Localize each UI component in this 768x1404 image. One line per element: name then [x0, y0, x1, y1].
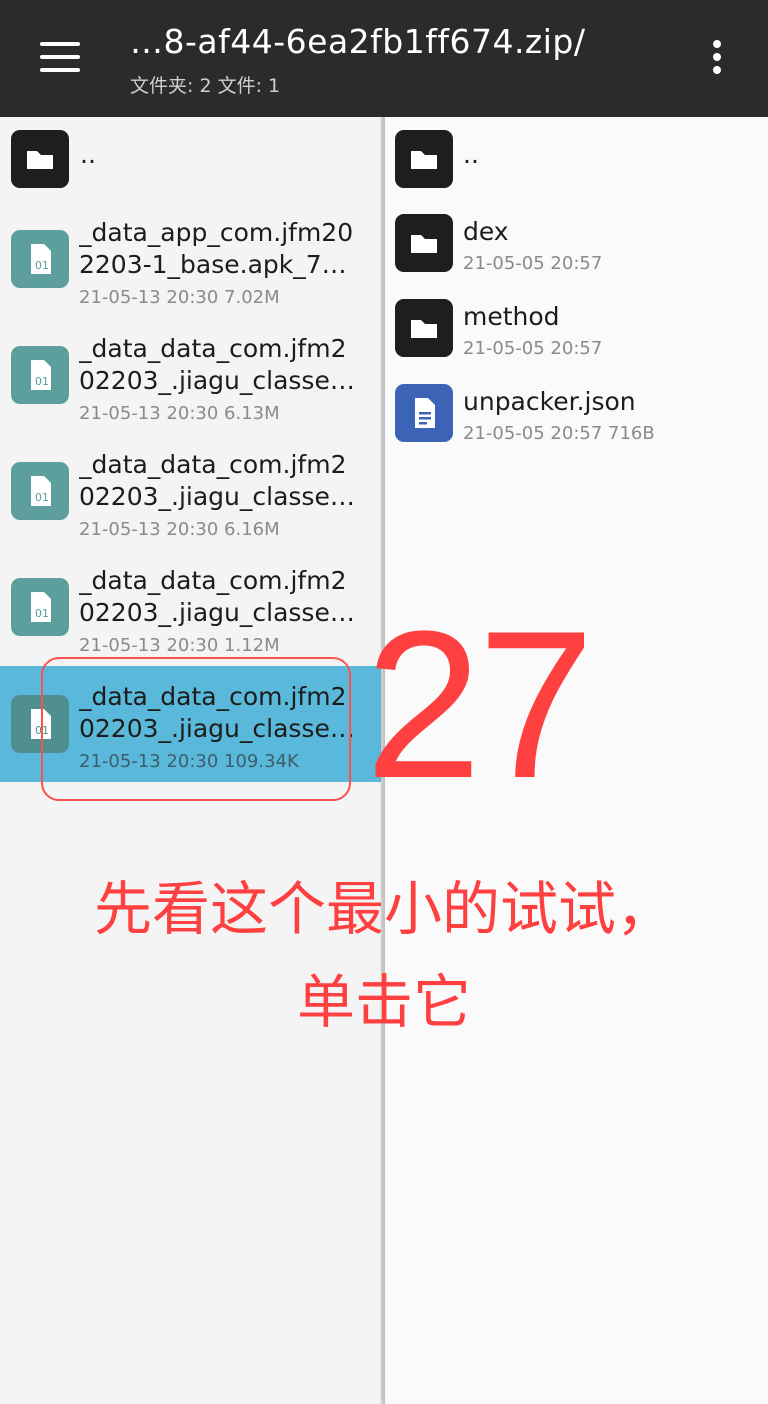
item-name: dex	[463, 217, 509, 246]
folder-icon	[395, 130, 453, 188]
list-item-file[interactable]: unpacker.json 21-05-05 20:57 716B	[385, 384, 768, 454]
annotation-text-line1: 先看这个最小的试试，	[93, 875, 674, 943]
list-item-folder[interactable]: dex 21-05-05 20:57	[385, 214, 768, 284]
svg-text:01: 01	[35, 375, 49, 388]
item-name-line2: 02203_.jiagu_classe…	[79, 598, 355, 627]
item-name: ..	[80, 140, 96, 169]
top-app-bar: …8-af44-6ea2fb1ff674.zip/ 文件夹: 2 文件: 1	[0, 0, 768, 117]
list-item[interactable]: 01 _data_data_com.jfm2 02203_.jiagu_clas…	[0, 565, 383, 665]
item-meta: 21-05-13 20:30 7.02M	[79, 287, 280, 308]
list-item[interactable]: 01 _data_data_com.jfm2 02203_.jiagu_clas…	[0, 449, 383, 549]
item-meta: 21-05-13 20:30 6.16M	[79, 519, 280, 540]
list-item-folder[interactable]: method 21-05-05 20:57	[385, 299, 768, 369]
binary-file-icon: 01	[11, 346, 69, 404]
item-name-line2: 2203-1_base.apk_7…	[79, 250, 347, 279]
svg-text:01: 01	[35, 607, 49, 620]
item-meta: 21-05-05 20:57	[463, 253, 603, 274]
item-name-line1: _data_data_com.jfm2	[79, 566, 347, 595]
folder-icon	[395, 299, 453, 357]
list-item-parent-folder[interactable]: ..	[385, 117, 768, 202]
item-name-line2: 02203_.jiagu_classe…	[79, 366, 355, 395]
menu-icon[interactable]	[40, 42, 80, 72]
svg-text:01: 01	[35, 491, 49, 504]
item-meta: 21-05-05 20:57 716B	[463, 423, 655, 444]
folder-icon	[11, 130, 69, 188]
item-name-line1: _data_data_com.jfm2	[79, 334, 347, 363]
list-item-parent-folder[interactable]: ..	[0, 117, 383, 202]
path-title: …8-af44-6ea2fb1ff674.zip/	[130, 22, 586, 61]
svg-text:01: 01	[35, 259, 49, 272]
annotation-text-line2: 单击它	[296, 968, 471, 1036]
item-meta: 21-05-13 20:30 6.13M	[79, 403, 280, 424]
folder-file-count: 文件夹: 2 文件: 1	[130, 75, 281, 97]
step-number: 27	[365, 587, 595, 822]
item-name-line1: _data_data_com.jfm2	[79, 450, 347, 479]
item-name-line2: 02203_.jiagu_classe…	[79, 482, 355, 511]
more-options-icon[interactable]	[710, 40, 724, 80]
highlight-circle	[41, 657, 351, 801]
list-item[interactable]: 01 _data_data_com.jfm2 02203_.jiagu_clas…	[0, 333, 383, 433]
binary-file-icon: 01	[11, 462, 69, 520]
item-name: ..	[463, 140, 479, 169]
binary-file-icon: 01	[11, 230, 69, 288]
document-icon	[395, 384, 453, 442]
item-meta: 21-05-13 20:30 1.12M	[79, 635, 280, 656]
list-item[interactable]: 01 _data_app_com.jfm20 2203-1_base.apk_7…	[0, 217, 383, 317]
item-name-line1: _data_app_com.jfm20	[79, 218, 354, 247]
binary-file-icon: 01	[11, 578, 69, 636]
item-name: unpacker.json	[463, 387, 636, 416]
item-name: method	[463, 302, 560, 331]
item-meta: 21-05-05 20:57	[463, 338, 603, 359]
folder-icon	[395, 214, 453, 272]
